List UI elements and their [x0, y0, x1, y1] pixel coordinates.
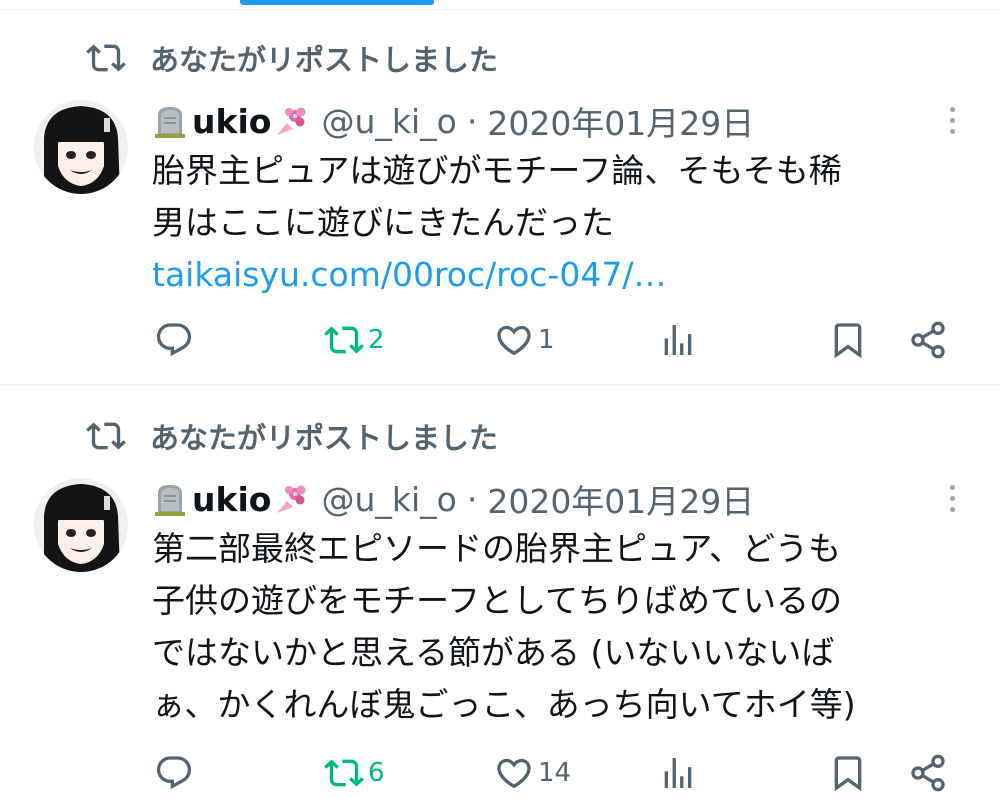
tweet-text-line: 子供の遊びをモチーフとしてちりばめているの — [152, 581, 843, 620]
tweet-date[interactable]: 2020年01月29日 — [487, 475, 754, 523]
repost-label: あなたがリポストしました — [150, 421, 499, 455]
share-button[interactable] — [908, 315, 948, 365]
views-icon — [664, 758, 692, 788]
display-name[interactable]: ukio — [192, 480, 271, 519]
repost-icon — [86, 44, 126, 72]
tweet-text: 第二部最終エピソードの胎界主ピュア、どうも 子供の遊びをモチーフとしてちりばめて… — [152, 523, 972, 731]
tweet-card[interactable]: あなたがリポストしました ukio @u_ki_o · 2020年01月29日 … — [0, 378, 1000, 792]
bouquet-emoji-icon — [277, 485, 306, 513]
tweet-text: 胎界主ピュアは遊びがモチーフ論、そもそも稀 男はここに遊びにきたんだった tai… — [152, 145, 972, 301]
tweet-card[interactable]: あなたがリポストしました ukio @u_ki_o · 2020年01月29日 … — [0, 0, 1000, 378]
tweet-text-line: ではないかと思える節がある (いないいないば — [152, 633, 835, 672]
action-bar: 2 1 — [0, 315, 1000, 365]
tweet-text-line: 胎界主ピュアは遊びがモチーフ論、そもそも稀 — [152, 151, 842, 190]
repost-label: あなたがリポストしました — [150, 43, 499, 77]
reply-icon — [156, 756, 192, 790]
user-handle[interactable]: @u_ki_o — [321, 102, 456, 141]
heart-icon — [497, 758, 531, 789]
views-button[interactable] — [658, 315, 698, 365]
retweet-count: 2 — [368, 325, 385, 355]
tweet-text-line: ぁ、かくれんぼ鬼ごっこ、あっち向いてホイ等) — [152, 685, 856, 724]
bouquet-emoji-icon — [277, 107, 306, 135]
like-count: 1 — [538, 325, 555, 355]
avatar[interactable] — [34, 478, 128, 572]
retweet-button[interactable]: 2 — [324, 315, 385, 365]
share-button[interactable] — [908, 748, 948, 798]
share-icon — [911, 754, 945, 792]
avatar-illustration — [34, 478, 128, 572]
repost-context: あなたがリポストしました — [86, 36, 498, 80]
headstone-emoji-icon — [155, 485, 185, 516]
display-name[interactable]: ukio — [192, 102, 271, 141]
avatar-illustration — [34, 100, 128, 194]
retweet-icon — [324, 326, 364, 354]
like-count: 14 — [538, 758, 572, 788]
tweet-text-line: 男はここに遊びにきたんだった — [152, 203, 614, 242]
tweet-header: ukio @u_ki_o · 2020年01月29日 — [152, 476, 754, 522]
reply-icon — [156, 323, 192, 357]
reply-button[interactable] — [154, 748, 198, 798]
repost-icon — [86, 422, 126, 450]
like-button[interactable]: 1 — [494, 315, 555, 365]
reply-button[interactable] — [154, 315, 198, 365]
avatar[interactable] — [34, 100, 128, 194]
tweet-header: ukio @u_ki_o · 2020年01月29日 — [152, 98, 754, 144]
retweet-count: 6 — [368, 758, 385, 788]
bookmark-button[interactable] — [828, 748, 868, 798]
tweet-date[interactable]: 2020年01月29日 — [487, 97, 754, 145]
bookmark-icon — [834, 323, 862, 359]
action-bar: 6 14 — [0, 748, 1000, 798]
views-button[interactable] — [658, 748, 698, 798]
more-options-icon[interactable] — [938, 100, 966, 140]
retweet-icon — [324, 759, 364, 787]
more-options-icon[interactable] — [938, 478, 966, 518]
like-button[interactable]: 14 — [494, 748, 571, 798]
bookmark-button[interactable] — [828, 315, 868, 365]
separator-dot: · — [466, 101, 478, 141]
bookmark-icon — [834, 756, 862, 792]
views-icon — [664, 325, 692, 355]
headstone-emoji-icon — [155, 107, 185, 138]
tweet-link[interactable]: taikaisyu.com/00roc/roc-047/… — [152, 249, 972, 301]
share-icon — [911, 321, 945, 359]
repost-context: あなたがリポストしました — [86, 414, 498, 458]
tweet-text-line: 第二部最終エピソードの胎界主ピュア、どうも — [152, 529, 842, 568]
retweet-button[interactable]: 6 — [324, 748, 385, 798]
user-handle[interactable]: @u_ki_o — [321, 480, 456, 519]
heart-icon — [497, 325, 531, 356]
separator-dot: · — [466, 479, 478, 519]
